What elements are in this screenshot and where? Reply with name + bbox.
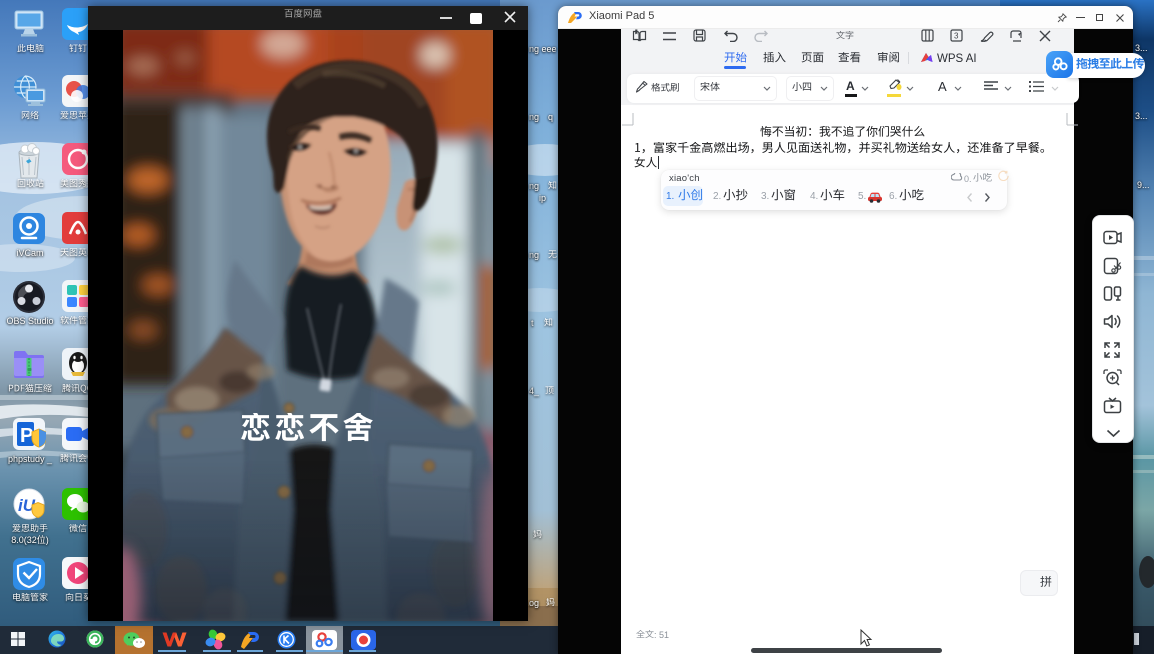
svg-text:3: 3 bbox=[954, 32, 959, 41]
svg-text:P: P bbox=[20, 425, 33, 447]
